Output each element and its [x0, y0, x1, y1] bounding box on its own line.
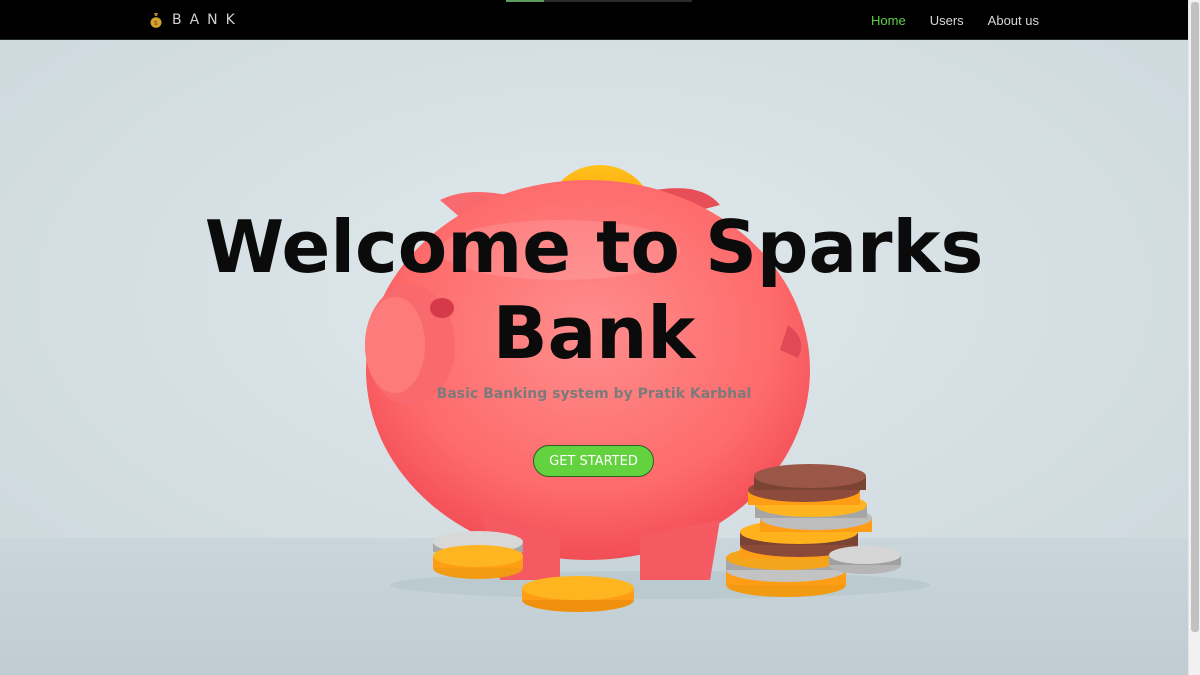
brand-logo[interactable]: $ BANK [150, 11, 243, 29]
navbar: $ BANK Home Users About us [0, 0, 1188, 40]
svg-text:$: $ [154, 19, 158, 27]
hero-title-line-2: Bank [492, 291, 696, 375]
hero-section: Welcome to Sparks Bank Basic Banking sys… [0, 40, 1188, 675]
get-started-button[interactable]: GET STARTED [533, 445, 654, 477]
page-scrollbar[interactable] [1188, 0, 1200, 675]
money-bag-icon: $ [150, 13, 162, 28]
brand-text: BANK [172, 12, 243, 28]
nav-links: Home Users About us [871, 0, 1039, 40]
nav-progress-strip [506, 0, 692, 2]
hero-subtitle: Basic Banking system by Pratik Karbhal [436, 386, 752, 402]
nav-users-link[interactable]: Users [930, 13, 964, 28]
nav-about-link[interactable]: About us [988, 13, 1039, 28]
nav-home-link[interactable]: Home [871, 13, 906, 28]
scrollbar-thumb[interactable] [1191, 2, 1199, 632]
hero-title-line-1: Welcome to Sparks [204, 205, 984, 289]
hero-title: Welcome to Sparks Bank [0, 204, 1188, 376]
